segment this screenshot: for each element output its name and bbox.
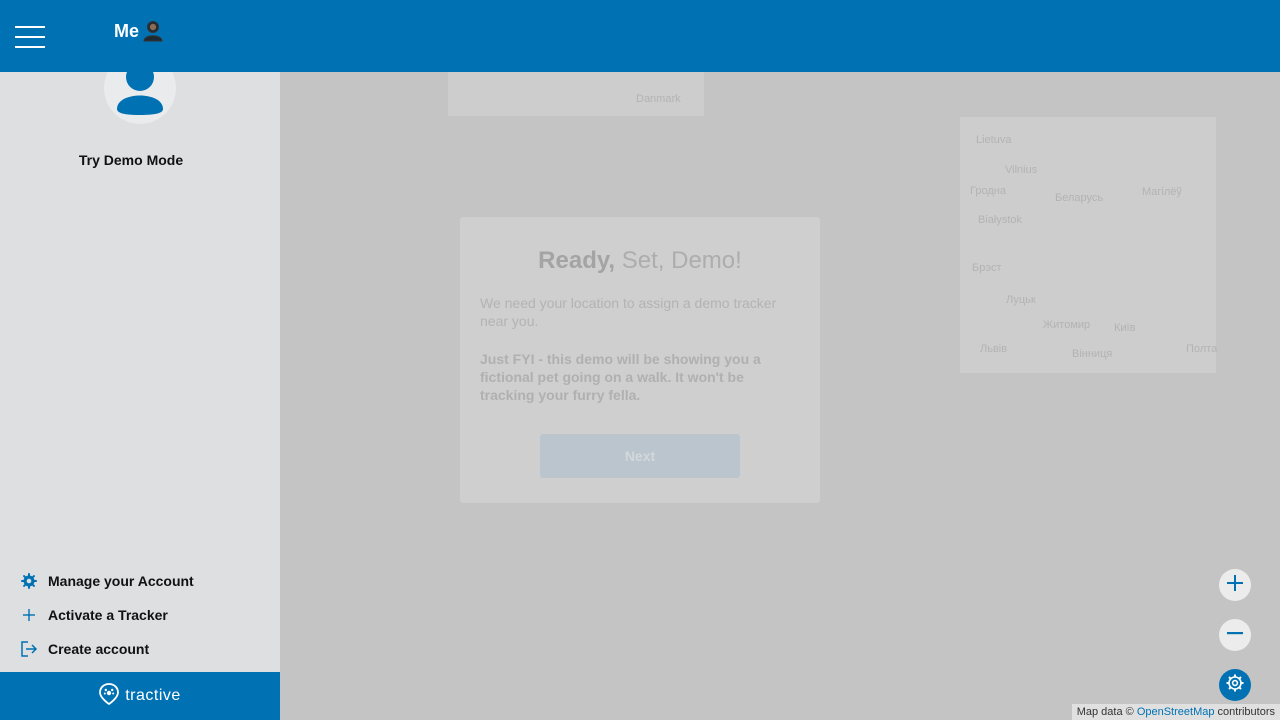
sidebar: Try Demo Mode Manage your Account Activa…: [0, 52, 280, 720]
brand-name: tractive: [125, 687, 181, 704]
attribution-prefix: Map data ©: [1076, 706, 1137, 718]
map-label: Львів: [980, 343, 1008, 355]
sign-in-icon: [20, 640, 38, 658]
plus-icon: [20, 606, 38, 624]
map-view[interactable]: Danmark Lietuva Vilnius Гродна Беларусь …: [280, 72, 1280, 720]
map-label: Lietuva: [976, 134, 1012, 146]
map-label: Беларусь: [1055, 192, 1104, 204]
page-title-text: Me: [114, 20, 140, 41]
top-bar: Me: [0, 0, 1280, 72]
map-label: Vilnius: [1005, 164, 1038, 176]
plus-icon: [1225, 573, 1245, 598]
person-icon: [143, 20, 163, 42]
sidebar-item-create-account[interactable]: Create account: [0, 632, 280, 666]
sidebar-item-label: Create account: [48, 641, 150, 657]
tractive-logo-icon: [99, 682, 120, 710]
try-demo-label: Try Demo Mode: [78, 152, 184, 168]
map-label: Вінниця: [1072, 348, 1113, 360]
page-title: Me: [114, 20, 163, 42]
map-attribution: Map data © OpenStreetMap contributors: [1071, 704, 1280, 720]
demo-title-bold: Ready,: [538, 247, 616, 274]
demo-fyi: Just FYI - this demo will be showing you…: [480, 351, 761, 403]
demo-title-rest: Set, Demo!: [615, 247, 742, 274]
map-label: Danmark: [636, 93, 681, 105]
map-label: Гродна: [970, 185, 1006, 197]
minus-icon: [1225, 623, 1245, 648]
sidebar-item-activate-tracker[interactable]: Activate a Tracker: [0, 598, 280, 632]
hamburger-icon[interactable]: [15, 26, 45, 48]
map-label: Białystok: [978, 214, 1023, 226]
gear-icon: [20, 572, 38, 590]
map-label: Брэст: [972, 262, 1002, 274]
zoom-in-button[interactable]: [1219, 569, 1251, 601]
demo-modal: Ready, Set, Demo! We need your location …: [460, 217, 820, 503]
zoom-out-button[interactable]: [1219, 619, 1251, 651]
sidebar-item-label: Manage your Account: [48, 573, 194, 589]
attribution-suffix: contributors: [1214, 706, 1275, 718]
map-label: Магілёў: [1142, 186, 1182, 198]
map-label: Луцьк: [1006, 294, 1036, 306]
demo-title: Ready, Set, Demo!: [460, 247, 820, 275]
sidebar-menu: Manage your Account Activate a Tracker C…: [0, 564, 280, 666]
map-tile: [960, 117, 1216, 373]
brand-footer: tractive: [0, 672, 280, 720]
openstreetmap-link[interactable]: OpenStreetMap: [1137, 706, 1215, 718]
next-button[interactable]: Next: [540, 434, 740, 478]
map-label: Житомир: [1043, 319, 1091, 331]
demo-description: We need your location to assign a demo t…: [480, 295, 777, 329]
map-label: Київ: [1114, 322, 1136, 334]
sidebar-item-label: Activate a Tracker: [48, 607, 168, 623]
map-label: Полта: [1186, 343, 1218, 355]
map-settings-button[interactable]: [1219, 669, 1251, 701]
sidebar-item-manage-account[interactable]: Manage your Account: [0, 564, 280, 598]
map-settings-icon: [1225, 673, 1245, 698]
